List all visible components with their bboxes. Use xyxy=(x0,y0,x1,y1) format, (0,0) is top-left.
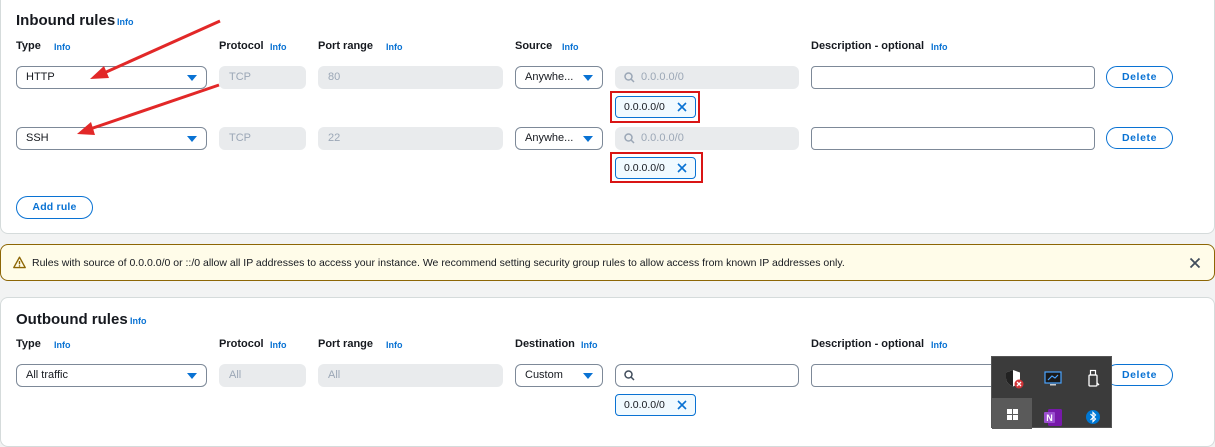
outbound-port-info-link[interactable]: Info xyxy=(386,340,403,350)
search-icon xyxy=(624,72,635,83)
inbound-type-info-link[interactable]: Info xyxy=(54,42,71,52)
close-icon[interactable] xyxy=(676,101,688,113)
inbound-protocol-info-link[interactable]: Info xyxy=(270,42,287,52)
outbound-rule-1-port-field: All xyxy=(318,364,503,387)
svg-text:N: N xyxy=(1046,413,1053,423)
inbound-rule-2-port-field: 22 xyxy=(318,127,503,150)
caret-down-icon xyxy=(187,373,197,379)
close-icon[interactable] xyxy=(676,162,688,174)
inbound-rule-1-delete-button[interactable]: Delete xyxy=(1106,66,1173,88)
inbound-rule-1-protocol-field: TCP xyxy=(219,66,306,89)
close-icon[interactable] xyxy=(676,399,688,411)
warning-icon xyxy=(13,256,26,269)
caret-down-icon xyxy=(583,136,593,142)
inbound-type-header: Type xyxy=(16,40,41,52)
add-rule-button[interactable]: Add rule xyxy=(16,196,93,219)
inbound-port-info-link[interactable]: Info xyxy=(386,42,403,52)
caret-down-icon xyxy=(583,75,593,81)
inbound-protocol-header: Protocol xyxy=(219,40,264,52)
inbound-rule-2-description-input[interactable] xyxy=(811,127,1095,150)
windows-start-icon[interactable] xyxy=(992,398,1032,429)
inbound-source-header: Source xyxy=(515,40,553,52)
inbound-rules-panel xyxy=(0,0,1215,234)
outbound-rule-1-destination-value: Custom xyxy=(525,369,563,381)
inbound-rule-1-description-input[interactable] xyxy=(811,66,1095,89)
close-icon[interactable] xyxy=(1189,257,1201,269)
caret-down-icon xyxy=(187,75,197,81)
outbound-rule-1-type-select[interactable]: All traffic xyxy=(16,364,207,387)
outbound-rule-1-protocol-field: All xyxy=(219,364,306,387)
search-icon xyxy=(624,370,635,381)
inbound-rule-2-type-select[interactable]: SSH xyxy=(16,127,207,150)
caret-down-icon xyxy=(187,136,197,142)
outbound-type-info-link[interactable]: Info xyxy=(54,340,71,350)
inbound-rule-1-cidr-token: 0.0.0.0/0 xyxy=(615,96,696,118)
inbound-rule-1-cidr-token-label: 0.0.0.0/0 xyxy=(624,101,665,113)
usb-drive-icon[interactable] xyxy=(1078,363,1108,393)
outbound-protocol-header: Protocol xyxy=(219,338,264,350)
outbound-title-info-link[interactable]: Info xyxy=(130,316,147,326)
inbound-port-header: Port range xyxy=(318,40,374,52)
inbound-rule-2-protocol-field: TCP xyxy=(219,127,306,150)
outbound-rule-1-cidr-token: 0.0.0.0/0 xyxy=(615,394,696,416)
outbound-destination-header: Destination xyxy=(515,338,575,350)
system-tray-overflow: N xyxy=(991,356,1112,429)
inbound-rule-1-cidr-placeholder: 0.0.0.0/0 xyxy=(641,71,684,83)
outbound-description-info-link[interactable]: Info xyxy=(931,340,948,350)
security-shield-icon[interactable] xyxy=(998,363,1028,393)
outbound-rule-1-type-value: All traffic xyxy=(26,369,68,381)
outbound-port-header: Port range xyxy=(318,338,374,350)
inbound-rule-1-type-select[interactable]: HTTP xyxy=(16,66,207,89)
inbound-rule-1-type-value: HTTP xyxy=(26,71,55,83)
outbound-destination-info-link[interactable]: Info xyxy=(581,340,598,350)
inbound-rules-title: Inbound rules xyxy=(16,12,116,29)
outbound-rule-1-delete-button[interactable]: Delete xyxy=(1106,364,1173,386)
inbound-rule-2-cidr-search: 0.0.0.0/0 xyxy=(615,127,799,150)
inbound-rule-1-port-field: 80 xyxy=(318,66,503,89)
inbound-rule-1-source-select[interactable]: Anywhe... xyxy=(515,66,603,89)
outbound-protocol-info-link[interactable]: Info xyxy=(270,340,287,350)
warning-banner: Rules with source of 0.0.0.0/0 or ::/0 a… xyxy=(0,244,1215,281)
inbound-rule-2-cidr-token-label: 0.0.0.0/0 xyxy=(624,162,665,174)
inbound-rule-1-cidr-search: 0.0.0.0/0 xyxy=(615,66,799,89)
inbound-rule-2-source-value: Anywhe... xyxy=(525,132,574,144)
outbound-description-header: Description - optional xyxy=(811,338,925,350)
outbound-type-header: Type xyxy=(16,338,41,350)
outbound-rule-1-cidr-search[interactable] xyxy=(615,364,799,387)
inbound-rule-2-cidr-placeholder: 0.0.0.0/0 xyxy=(641,132,684,144)
caret-down-icon xyxy=(583,373,593,379)
inbound-rule-2-cidr-token: 0.0.0.0/0 xyxy=(615,157,696,179)
search-icon xyxy=(624,133,635,144)
inbound-rule-2-delete-button[interactable]: Delete xyxy=(1106,127,1173,149)
outbound-rule-1-cidr-token-label: 0.0.0.0/0 xyxy=(624,399,665,411)
inbound-description-info-link[interactable]: Info xyxy=(931,42,948,52)
inbound-source-info-link[interactable]: Info xyxy=(562,42,579,52)
inbound-rule-1-source-value: Anywhe... xyxy=(525,71,574,83)
outbound-rule-1-destination-select[interactable]: Custom xyxy=(515,364,603,387)
display-icon[interactable] xyxy=(1038,363,1068,393)
outbound-rules-title: Outbound rules xyxy=(16,311,128,328)
inbound-rule-2-source-select[interactable]: Anywhe... xyxy=(515,127,603,150)
warning-text: Rules with source of 0.0.0.0/0 or ::/0 a… xyxy=(32,257,845,269)
inbound-rule-2-type-value: SSH xyxy=(26,132,49,144)
inbound-description-header: Description - optional xyxy=(811,40,925,52)
inbound-title-info-link[interactable]: Info xyxy=(117,17,134,27)
